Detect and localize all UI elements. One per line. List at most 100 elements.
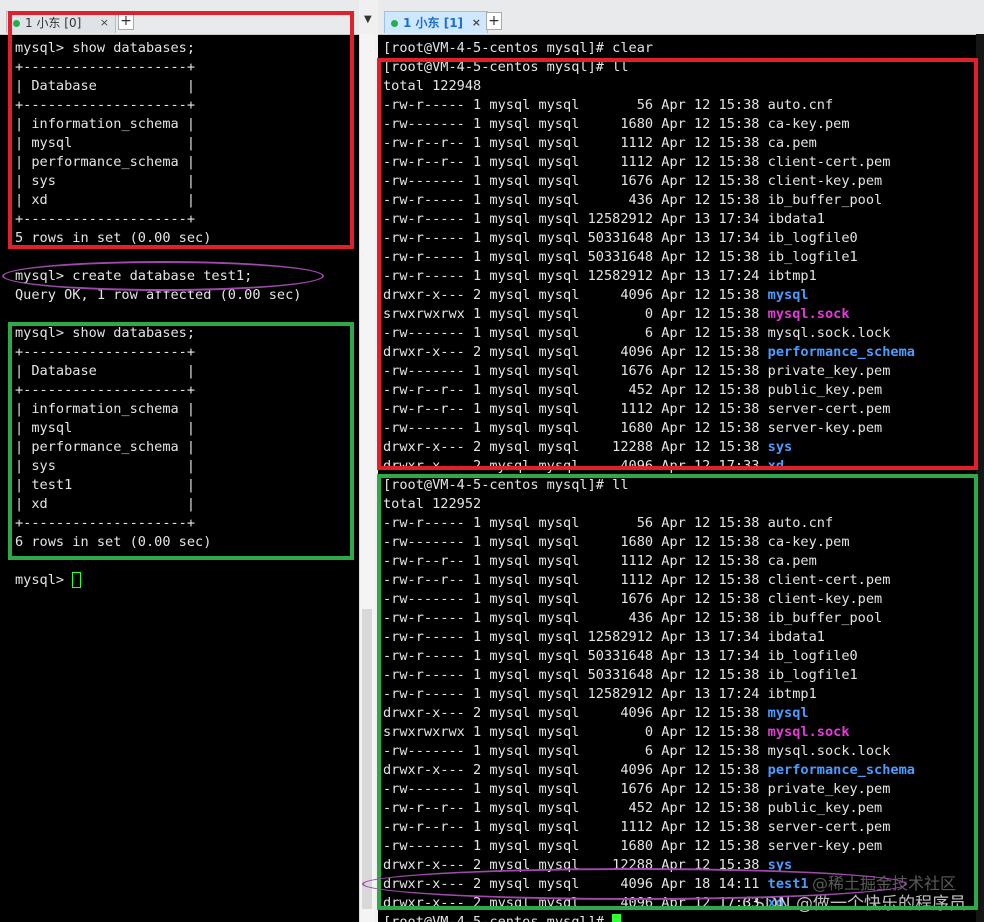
create-database-command: mysql> create database test1; [15, 268, 253, 284]
file-name: performance_schema [767, 344, 915, 360]
file-name: ibdata1 [767, 211, 825, 227]
close-tab-icon[interactable]: × [472, 12, 481, 34]
file-name: private_key.pem [767, 781, 891, 797]
new-tab-button[interactable]: + [118, 12, 134, 30]
file-listing-row: -rw------- 1 mysql mysql 1676 Apr 12 15:… [383, 363, 890, 379]
file-listing-row: -rw-r----- 1 mysql mysql 56 Apr 12 15:38… [383, 97, 833, 113]
file-listing-row: -rw-r--r-- 1 mysql mysql 452 Apr 12 15:3… [383, 382, 882, 398]
file-attributes: -rw------- 1 mysql mysql 1676 Apr 12 15:… [383, 591, 768, 607]
file-name: server-cert.pem [767, 819, 891, 835]
left-session-tab[interactable]: 1 小东 [0] × [6, 11, 116, 33]
mysql-output-line: | xd | [15, 192, 196, 208]
new-tab-button[interactable]: + [486, 12, 502, 30]
scrollbar-thumb[interactable] [362, 609, 372, 909]
file-listing-row: -rw-r----- 1 mysql mysql 12582912 Apr 13… [383, 268, 817, 284]
file-listing-row: -rw-r--r-- 1 mysql mysql 1112 Apr 12 15:… [383, 553, 817, 569]
file-name: mysql.sock [767, 306, 850, 322]
close-tab-icon[interactable]: × [100, 12, 109, 34]
file-listing-row: -rw-r--r-- 1 mysql mysql 1112 Apr 12 15:… [383, 154, 890, 170]
mysql-output-line: | sys | [15, 173, 196, 189]
file-listing-row: -rw-r----- 1 mysql mysql 12582912 Apr 13… [383, 629, 825, 645]
file-listing-row: srwxrwxrwx 1 mysql mysql 0 Apr 12 15:38 … [383, 724, 850, 740]
file-name: server-key.pem [767, 838, 883, 854]
file-listing-row: -rw-r--r-- 1 mysql mysql 1112 Apr 12 15:… [383, 819, 890, 835]
file-attributes: drwxr-x--- 2 mysql mysql 4096 Apr 12 15:… [383, 287, 768, 303]
file-name: ca.pem [767, 135, 817, 151]
file-attributes: -rw-r----- 1 mysql mysql 50331648 Apr 13… [383, 648, 768, 664]
total-line: total 122948 [383, 78, 482, 94]
file-listing-row: -rw------- 1 mysql mysql 1680 Apr 12 15:… [383, 116, 850, 132]
file-attributes: -rw-r--r-- 1 mysql mysql 1112 Apr 12 15:… [383, 553, 768, 569]
dropdown-arrow-icon[interactable]: ▼ [364, 14, 372, 25]
file-name: client-cert.pem [767, 154, 891, 170]
file-attributes: -rw-r----- 1 mysql mysql 50331648 Apr 12… [383, 667, 768, 683]
file-listing-row: -rw------- 1 mysql mysql 1676 Apr 12 15:… [383, 591, 882, 607]
file-attributes: -rw-r----- 1 mysql mysql 12582912 Apr 13… [383, 268, 768, 284]
file-name: ib_buffer_pool [767, 192, 883, 208]
text-cursor[interactable] [612, 914, 622, 922]
mysql-output-line: | Database | [15, 363, 196, 379]
file-listing-row: -rw------- 1 mysql mysql 6 Apr 12 15:38 … [383, 325, 890, 341]
file-listing-row: drwxr-x--- 2 mysql mysql 4096 Apr 12 15:… [383, 344, 915, 360]
file-attributes: -rw-r--r-- 1 mysql mysql 1112 Apr 12 15:… [383, 135, 768, 151]
file-name: ibtmp1 [767, 686, 817, 702]
mysql-output-line: 5 rows in set (0.00 sec) [15, 230, 212, 246]
file-attributes: drwxr-x--- 2 mysql mysql 4096 Apr 12 17:… [383, 895, 768, 911]
file-name: client-cert.pem [767, 572, 891, 588]
mysql-output-line: | performance_schema | [15, 154, 196, 170]
left-scrollbar[interactable] [359, 34, 375, 922]
text-cursor[interactable] [72, 572, 82, 588]
file-listing-row: -rw-r--r-- 1 mysql mysql 452 Apr 12 15:3… [383, 800, 882, 816]
left-tab-label: 1 小东 [0] [25, 16, 82, 30]
file-attributes: drwxr-x--- 2 mysql mysql 12288 Apr 12 15… [383, 857, 768, 873]
file-name: mysql [767, 287, 809, 303]
query-result-line: Query OK, 1 row affected (0.00 sec) [15, 287, 302, 303]
file-listing-row: -rw-r----- 1 mysql mysql 436 Apr 12 15:3… [383, 192, 882, 208]
mysql-output-line: | sys | [15, 458, 196, 474]
file-attributes: drwxr-x--- 2 mysql mysql 4096 Apr 18 14:… [383, 876, 768, 892]
file-attributes: -rw-r----- 1 mysql mysql 12582912 Apr 13… [383, 686, 768, 702]
right-terminal-pane[interactable]: 1 小东 [1] × + [root@VM-4-5-centos mysql]#… [378, 0, 984, 922]
file-listing-row: -rw-r----- 1 mysql mysql 56 Apr 12 15:38… [383, 515, 833, 531]
file-name: server-key.pem [767, 420, 883, 436]
right-session-tab[interactable]: 1 小东 [1] × [384, 11, 488, 33]
file-attributes: srwxrwxrwx 1 mysql mysql 0 Apr 12 15:38 [383, 306, 768, 322]
connected-status-icon [13, 20, 20, 27]
file-attributes: -rw-r----- 1 mysql mysql 56 Apr 12 15:38 [383, 515, 768, 531]
file-listing-row: drwxr-x--- 2 mysql mysql 4096 Apr 12 15:… [383, 705, 809, 721]
right-terminal-output[interactable]: [root@VM-4-5-centos mysql]# clear [root@… [383, 39, 915, 922]
file-listing-row: -rw------- 1 mysql mysql 1680 Apr 12 15:… [383, 838, 882, 854]
mysql-output-line: mysql> show databases; [15, 40, 196, 56]
mysql-output-line: | test1 | [15, 477, 196, 493]
file-listing-row: drwxr-x--- 2 mysql mysql 4096 Apr 12 17:… [383, 895, 784, 911]
file-name: xd [767, 458, 785, 474]
shell-command-line: [root@VM-4-5-centos mysql]# ll [383, 477, 629, 493]
file-listing-row: -rw-r----- 1 mysql mysql 50331648 Apr 12… [383, 249, 858, 265]
shell-command-line: [root@VM-4-5-centos mysql]# clear [383, 40, 654, 56]
right-scrollbar[interactable] [976, 34, 984, 922]
file-listing-row: -rw-r--r-- 1 mysql mysql 1112 Apr 12 15:… [383, 135, 817, 151]
file-listing-row: -rw------- 1 mysql mysql 1676 Apr 12 15:… [383, 173, 882, 189]
mysql-output-line: +--------------------+ [15, 515, 196, 531]
mysql-prompt: mysql> [15, 572, 73, 588]
file-listing-row: -rw------- 1 mysql mysql 6 Apr 12 15:38 … [383, 743, 890, 759]
file-attributes: -rw-r----- 1 mysql mysql 50331648 Apr 13… [383, 230, 768, 246]
file-listing-row: drwxr-x--- 2 mysql mysql 4096 Apr 12 15:… [383, 762, 915, 778]
file-name: private_key.pem [767, 363, 891, 379]
connected-status-icon [391, 20, 398, 27]
file-name: public_key.pem [767, 800, 883, 816]
shell-prompt: [root@VM-4-5-centos mysql]# [383, 914, 613, 922]
mysql-output-line: | performance_schema | [15, 439, 196, 455]
left-terminal-pane[interactable]: 1 小东 [0] × + mysql> show databases; +---… [0, 0, 359, 922]
file-name: auto.cnf [767, 97, 834, 113]
shell-command-line: [root@VM-4-5-centos mysql]# ll [383, 59, 629, 75]
file-listing-row: drwxr-x--- 2 mysql mysql 12288 Apr 12 15… [383, 857, 792, 873]
mysql-output-line: | mysql | [15, 135, 196, 151]
file-listing-row: -rw-r----- 1 mysql mysql 436 Apr 12 15:3… [383, 610, 882, 626]
file-attributes: drwxr-x--- 2 mysql mysql 4096 Apr 12 17:… [383, 458, 768, 474]
file-listing-row: -rw-r--r-- 1 mysql mysql 1112 Apr 12 15:… [383, 401, 890, 417]
file-listing-row: -rw------- 1 mysql mysql 1680 Apr 12 15:… [383, 420, 882, 436]
file-attributes: drwxr-x--- 2 mysql mysql 4096 Apr 12 15:… [383, 705, 768, 721]
left-terminal-output[interactable]: mysql> show databases; +----------------… [15, 39, 301, 590]
file-attributes: drwxr-x--- 2 mysql mysql 12288 Apr 12 15… [383, 439, 768, 455]
